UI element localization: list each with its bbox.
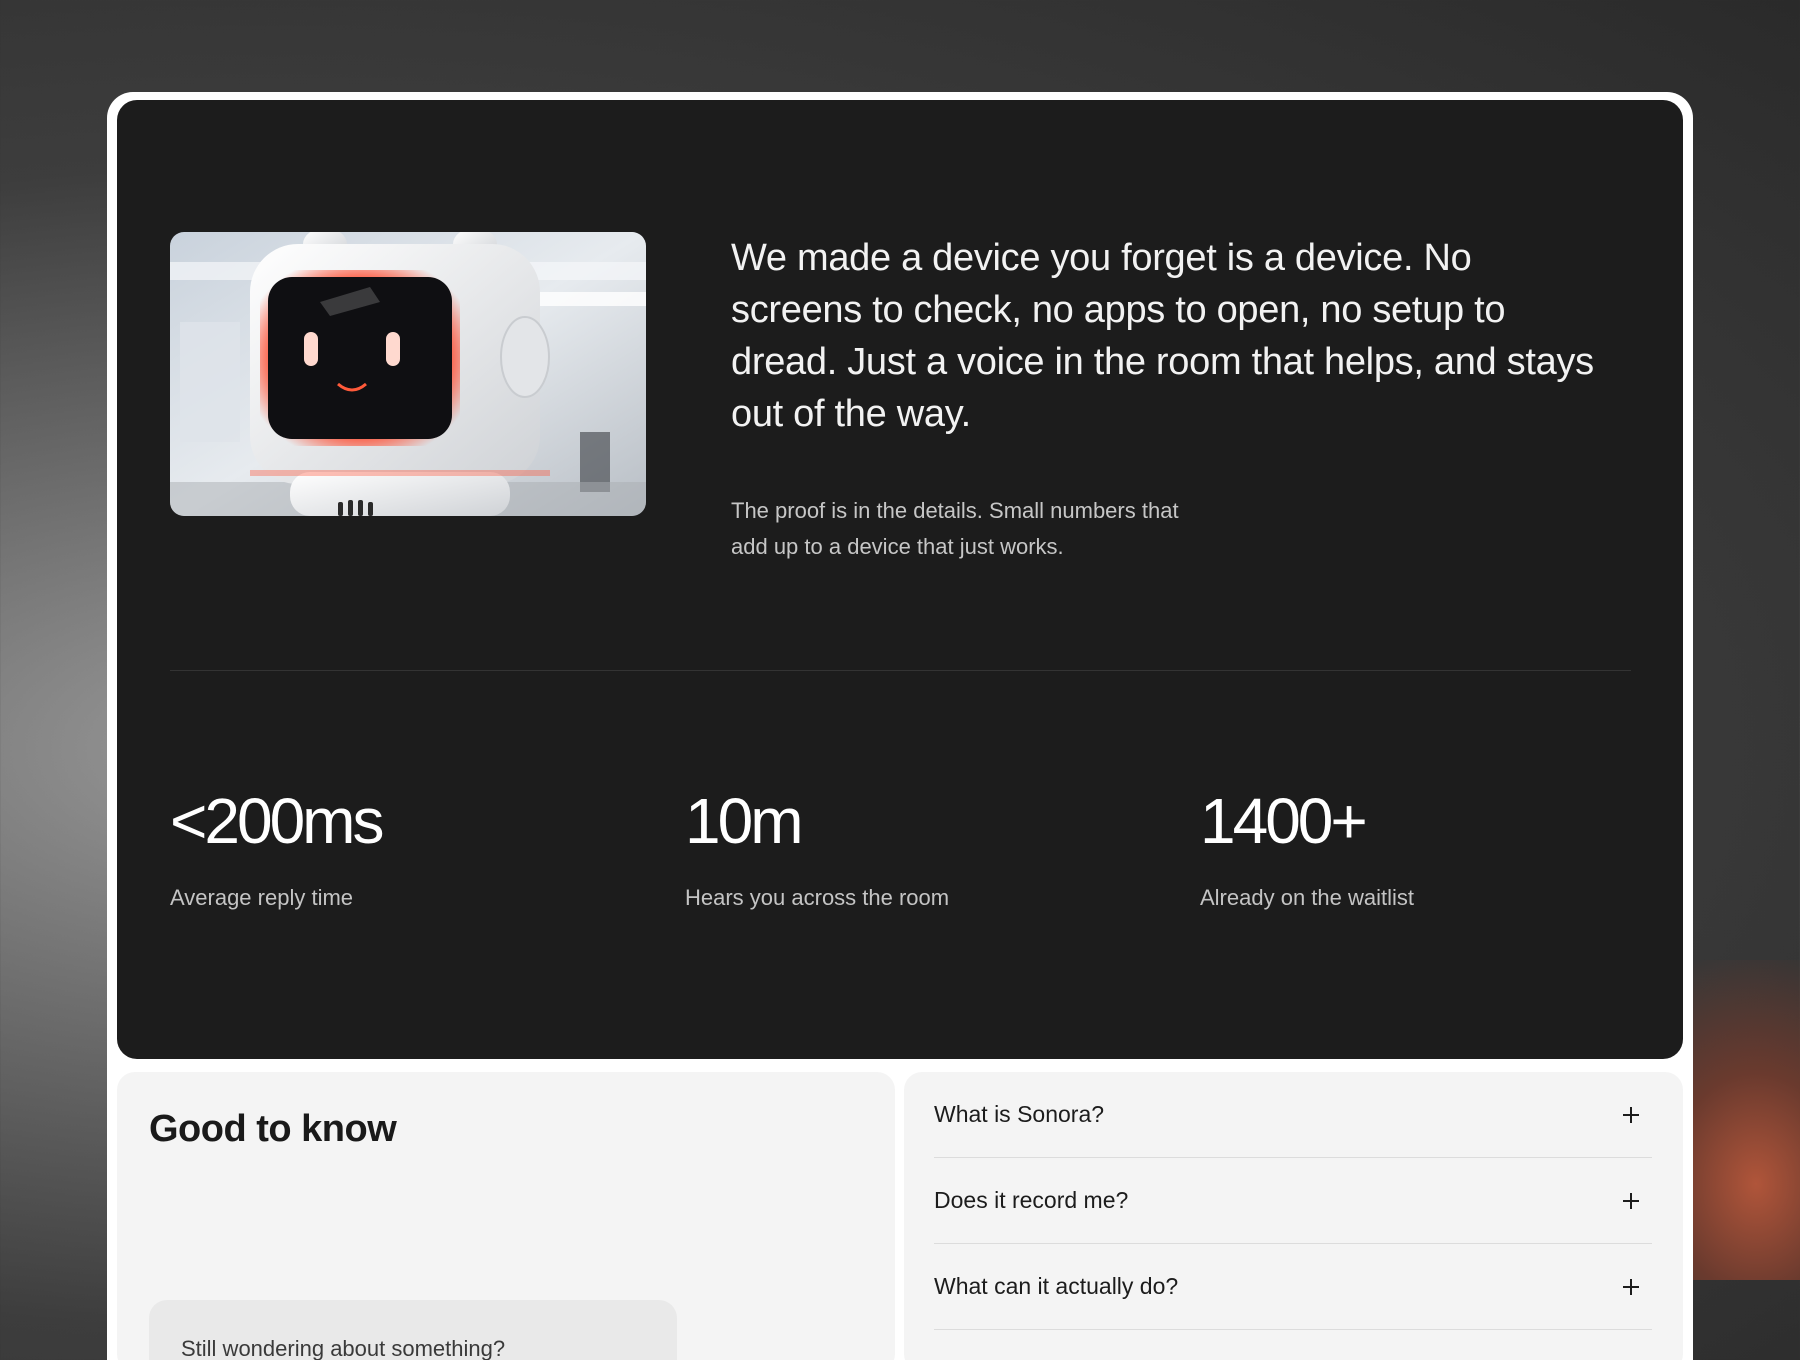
plus-icon[interactable] [1620, 1276, 1642, 1298]
faq-title: Good to know [149, 1108, 397, 1150]
faq-question: Does it record me? [934, 1187, 1129, 1213]
stat-range: 10m Hears you across the room [685, 785, 949, 911]
faq-intro-card: Good to know Still wondering about somet… [117, 1072, 895, 1360]
contact-prompt-card[interactable]: Still wondering about something? [149, 1300, 677, 1360]
faq-list: What is Sonora? Does it record me? What … [904, 1072, 1683, 1360]
stat-label: Already on the waitlist [1200, 885, 1414, 910]
stat-waitlist: 1400+ Already on the waitlist [1200, 785, 1414, 911]
plus-icon[interactable] [1620, 1190, 1642, 1212]
section-divider [170, 670, 1631, 671]
stat-reply-time: <200ms Average reply time [170, 785, 384, 911]
about-section: We made a device you forget is a device.… [117, 100, 1683, 1059]
stat-value: 10m [685, 785, 804, 857]
contact-prompt-text: Still wondering about something? [181, 1336, 506, 1360]
stat-value: <200ms [170, 785, 384, 857]
robot-image [170, 232, 646, 516]
faq-question: What is Sonora? [934, 1101, 1105, 1127]
faq-question: What can it actually do? [934, 1273, 1179, 1299]
faq-item[interactable]: What is Sonora? [934, 1072, 1652, 1158]
about-headline: We made a device you forget is a device.… [731, 237, 1594, 435]
faq-item[interactable]: What can it actually do? [934, 1244, 1652, 1330]
stat-label: Hears you across the room [685, 885, 950, 910]
stat-label: Average reply time [170, 885, 354, 910]
about-subtext: The proof is in the details. Small numbe… [731, 498, 1179, 559]
plus-icon[interactable] [1620, 1104, 1642, 1126]
stat-value: 1400+ [1200, 785, 1368, 857]
faq-item[interactable]: Does it record me? [934, 1158, 1652, 1244]
